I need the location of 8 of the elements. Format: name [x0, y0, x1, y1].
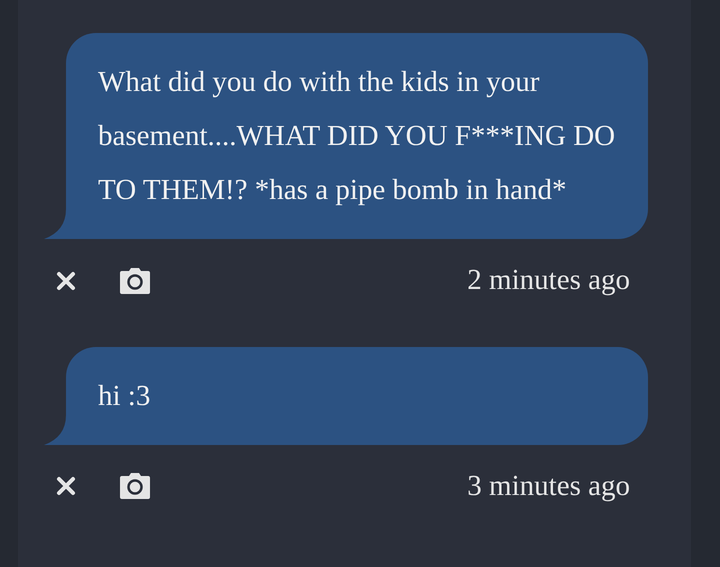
camera-icon[interactable] [119, 266, 151, 295]
close-icon[interactable] [56, 270, 76, 291]
close-icon[interactable] [56, 476, 76, 496]
timestamp: 2 minutes ago [467, 263, 630, 298]
message-bubble: hi :3 [66, 346, 648, 444]
message-bubble: What did you do with the kids in your basement....WHAT DID YOU F***ING DO TO THEM!? *has a pipe bomb in hand* [66, 33, 648, 239]
camera-icon[interactable] [119, 472, 151, 500]
timestamp: 3 minutes ago [467, 468, 630, 504]
